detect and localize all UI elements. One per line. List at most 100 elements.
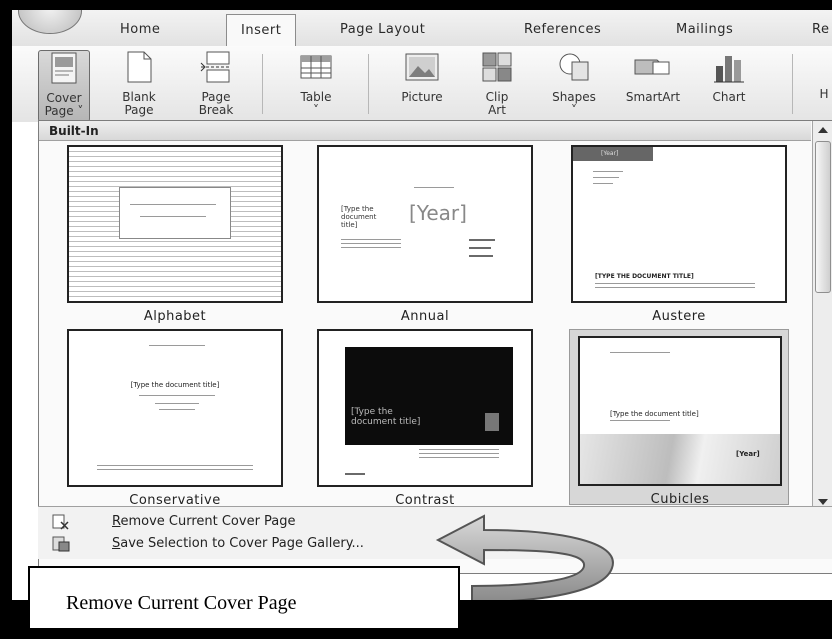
text-line (419, 449, 499, 450)
remove-label-rest: emove Current Cover Page (120, 514, 296, 529)
text-line (341, 243, 401, 244)
cover-page-icon (51, 52, 77, 84)
page-break-icon (200, 51, 231, 83)
shapes-button[interactable]: Shapes ˅ (542, 50, 606, 117)
save-selection-label: Save Selection to Cover Page Gallery... (112, 533, 364, 555)
cover-alphabet[interactable]: Alphabet (65, 145, 285, 324)
cover-thumbnail: [Type the document title] (67, 329, 283, 487)
text-line (155, 403, 199, 404)
contrast-title-placeholder: [Type the document title] (351, 407, 421, 427)
office-button[interactable] (18, 10, 82, 34)
picture-icon (405, 53, 439, 81)
remove-current-cover-page-item[interactable]: Remove Current Cover Page (46, 511, 806, 533)
text-line (469, 255, 493, 257)
cover-thumbnail: [Type the document title] [Year] (578, 336, 782, 486)
word-window: Home Insert Page Layout References Maili… (12, 10, 832, 600)
gallery-header: Built-In (39, 121, 811, 141)
page-break-label-2: Break (198, 103, 234, 117)
austere-title-placeholder: [TYPE THE DOCUMENT TITLE] (595, 273, 694, 280)
cover-name: Annual (400, 309, 450, 324)
chart-button[interactable]: Chart (702, 50, 756, 104)
text-line (341, 239, 401, 240)
cover-thumbnail: [Type the document title] [Year] (317, 145, 533, 303)
gallery-scrollbar[interactable] (812, 121, 832, 511)
text-line (149, 345, 205, 346)
text-line (97, 469, 253, 470)
tab-references[interactable]: References (524, 22, 601, 37)
annual-year-placeholder: [Year] (409, 201, 467, 225)
scroll-down-arrow-icon[interactable] (818, 499, 828, 505)
save-selection-item[interactable]: Save Selection to Cover Page Gallery... (46, 533, 806, 555)
austere-year-bar: [Year] (573, 147, 653, 161)
cover-thumbnail: [Type the document title] (317, 329, 533, 487)
ribbon-separator (368, 54, 369, 114)
text-line (414, 187, 454, 188)
cubicles-year-placeholder: [Year] (736, 450, 760, 458)
smartart-button[interactable]: SmartArt (618, 50, 688, 104)
chart-label: Chart (712, 90, 746, 104)
cover-austere[interactable]: [Year] [TYPE THE DOCUMENT TITLE] Austere (569, 145, 789, 324)
insert-ribbon: Cover Page ˅ Blank Page Page Break Table… (12, 46, 832, 122)
cover-conservative[interactable]: [Type the document title] Conservative (65, 329, 285, 508)
contrast-accent (485, 413, 499, 431)
text-line (610, 352, 670, 353)
curved-arrow-icon (435, 514, 614, 600)
ribbon-tab-bar: Home Insert Page Layout References Maili… (12, 10, 832, 47)
text-line (139, 395, 215, 396)
text-line (469, 247, 491, 249)
cover-name: Cubicles (650, 492, 710, 507)
screenshot-frame: Home Insert Page Layout References Maili… (0, 0, 832, 639)
text-line (140, 216, 206, 217)
tab-insert[interactable]: Insert (226, 14, 297, 46)
blank-page-icon (127, 51, 152, 83)
remove-current-cover-page-label: Remove Current Cover Page (112, 511, 296, 533)
cover-contrast[interactable]: [Type the document title] Contrast (315, 329, 535, 508)
text-line (130, 204, 216, 205)
caption-box: Remove Current Cover Page (28, 566, 460, 630)
picture-button[interactable]: Picture (390, 50, 454, 104)
smartart-icon (634, 59, 670, 75)
caption-text: Remove Current Cover Page (66, 592, 297, 614)
chart-icon (714, 56, 744, 83)
conservative-title-placeholder: [Type the document title] (130, 381, 220, 389)
cover-cubicles[interactable]: [Type the document title] [Year] Cubicle… (569, 329, 789, 507)
tab-home[interactable]: Home (120, 22, 160, 37)
cover-thumbnail: [Year] [TYPE THE DOCUMENT TITLE] (571, 145, 787, 303)
text-line (595, 283, 755, 284)
contrast-dark-block: [Type the document title] (345, 347, 513, 445)
clip-art-icon (482, 52, 512, 82)
cover-name: Austere (652, 309, 706, 324)
ribbon-separator (792, 54, 793, 114)
text-line (610, 420, 670, 421)
scroll-thumb[interactable] (815, 141, 831, 293)
shapes-icon (559, 53, 589, 81)
table-label-2: ˅ (313, 103, 319, 117)
table-button[interactable]: Table ˅ (288, 50, 344, 117)
cubicles-title-placeholder: [Type the document title] (610, 410, 699, 418)
alphabet-title-box (119, 187, 231, 239)
remove-cover-icon (52, 514, 69, 530)
table-icon (300, 55, 332, 79)
tab-review[interactable]: Re (812, 22, 829, 37)
clip-art-button[interactable]: Clip Art (476, 50, 518, 117)
text-line (419, 457, 499, 458)
scroll-up-arrow-icon[interactable] (818, 127, 828, 133)
tab-page-layout[interactable]: Page Layout (340, 22, 425, 37)
hyperlink-button[interactable]: H (816, 88, 832, 101)
text-line (593, 177, 619, 178)
clip-art-label-2: Art (488, 103, 506, 117)
ribbon-separator (262, 54, 263, 114)
blank-page-button[interactable]: Blank Page (114, 50, 164, 117)
tab-mailings[interactable]: Mailings (676, 22, 733, 37)
cover-annual[interactable]: [Type the document title] [Year] Annual (315, 145, 535, 324)
smartart-label: SmartArt (625, 90, 681, 104)
page-break-button[interactable]: Page Break (188, 50, 244, 117)
cover-page-button[interactable]: Cover Page ˅ (38, 50, 90, 122)
cover-page-label-2: Page ˅ (44, 104, 84, 118)
text-line (593, 183, 613, 184)
cover-thumbnail (67, 145, 283, 303)
annual-title-placeholder: [Type the document title] (341, 205, 377, 229)
text-line (419, 453, 499, 454)
shapes-label-2: ˅ (571, 103, 577, 117)
austere-year-placeholder: [Year] (601, 150, 619, 157)
